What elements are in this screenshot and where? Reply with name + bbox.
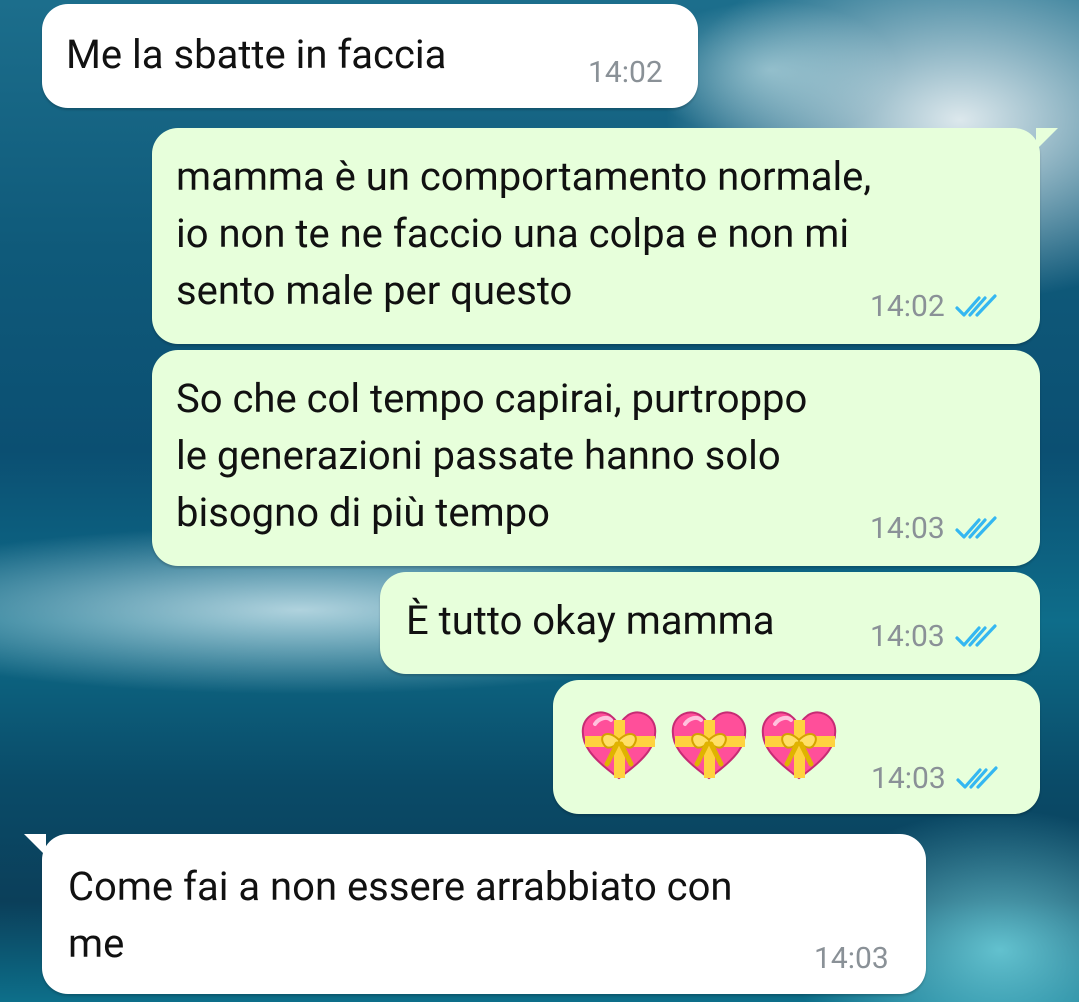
double-check-icon	[956, 766, 1000, 792]
message-text: È tutto okay mamma	[406, 597, 775, 644]
double-check-icon	[955, 516, 999, 542]
double-check-icon	[955, 624, 999, 650]
message-text: Me la sbatte in faccia	[66, 31, 447, 78]
message-meta: 14:03	[870, 514, 999, 544]
message-outgoing[interactable]: È tutto okay mamma 14:03	[380, 572, 1040, 674]
message-text: Come fai a non essere arrabbiato con me	[68, 863, 733, 967]
message-incoming[interactable]: Come fai a non essere arrabbiato con me …	[24, 834, 926, 994]
message-outgoing-emoji[interactable]: 14:03	[553, 680, 1040, 814]
message-text: mamma è un comportamento normale, io non…	[176, 153, 872, 314]
bubble-tail	[24, 834, 46, 856]
message-time: 14:03	[870, 619, 945, 654]
heart-with-ribbon-icon	[761, 711, 837, 780]
message-meta: 14:03	[871, 764, 1000, 794]
message-meta: 14:03	[870, 622, 999, 652]
double-check-icon	[955, 294, 999, 320]
message-time: 14:03	[870, 511, 945, 546]
message-incoming[interactable]: Me la sbatte in faccia 14:02	[42, 4, 698, 108]
message-meta: 14:02	[588, 58, 663, 88]
message-meta: 14:02	[870, 292, 999, 322]
bubble-tail	[1036, 128, 1058, 150]
message-outgoing[interactable]: So che col tempo capirai, purtroppo le g…	[152, 350, 1040, 566]
message-outgoing[interactable]: mamma è un comportamento normale, io non…	[152, 128, 1058, 344]
emoji-row	[577, 702, 841, 786]
message-time: 14:03	[814, 941, 889, 976]
message-meta: 14:03	[814, 944, 889, 974]
message-time: 14:02	[870, 289, 945, 324]
heart-with-ribbon-icon	[581, 711, 657, 780]
message-text: So che col tempo capirai, purtroppo le g…	[176, 375, 808, 536]
message-time: 14:03	[871, 761, 946, 796]
heart-with-ribbon-icon	[671, 711, 747, 780]
message-time: 14:02	[588, 55, 663, 90]
